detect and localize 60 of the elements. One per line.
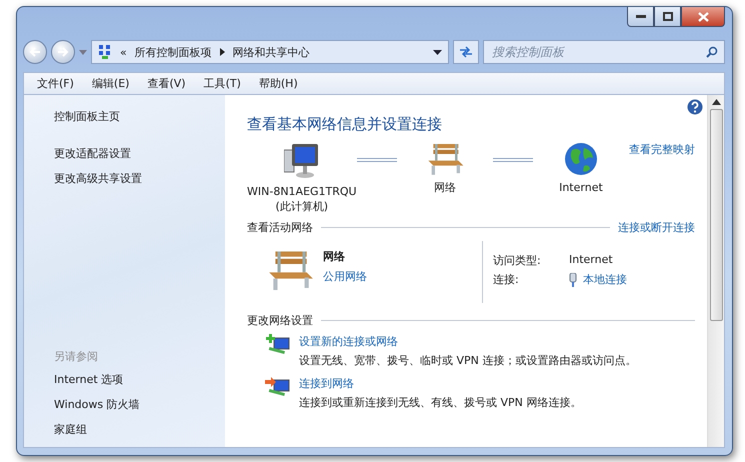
- minimize-button[interactable]: [627, 7, 654, 27]
- task-description: 设置无线、宽带、拨号、临时或 VPN 连接；或设置路由器或访问点。: [299, 353, 636, 368]
- connect-disconnect-link[interactable]: 连接或断开连接: [618, 220, 695, 235]
- menu-item[interactable]: 帮助(H): [250, 74, 307, 93]
- search-icon: [706, 46, 718, 58]
- connection-line: [356, 158, 397, 162]
- menu-item[interactable]: 工具(T): [194, 74, 250, 93]
- forward-button[interactable]: [51, 40, 75, 64]
- task-description: 连接到或重新连接到无线、有线、拨号或 VPN 网络连接。: [299, 395, 582, 410]
- scrollbar[interactable]: [707, 95, 724, 447]
- sidebar-link[interactable]: 更改适配器设置: [54, 146, 225, 161]
- sidebar-link[interactable]: Internet 选项: [54, 372, 225, 387]
- detail-label: 访问类型:: [493, 253, 542, 268]
- computer-icon: [284, 142, 320, 180]
- menu-item[interactable]: 查看(V): [138, 74, 195, 93]
- scroll-thumb[interactable]: [710, 109, 722, 321]
- section-heading: 更改网络设置: [247, 313, 313, 328]
- connection-link[interactable]: 本地连接: [583, 272, 627, 287]
- scroll-up-icon[interactable]: [712, 99, 720, 105]
- close-icon: [698, 12, 708, 22]
- chevron-icon[interactable]: [220, 48, 225, 56]
- breadcrumb[interactable]: 网络和共享中心: [232, 44, 310, 60]
- sidebar-link[interactable]: 更改高级共享设置: [54, 171, 225, 186]
- section-heading: 查看活动网络: [247, 220, 313, 235]
- see-also-heading: 另请参阅: [54, 349, 99, 364]
- node-label: Internet: [559, 180, 603, 195]
- caret-icon[interactable]: [433, 50, 442, 54]
- task-link[interactable]: 设置新的连接或网络: [299, 334, 636, 349]
- breadcrumb[interactable]: 所有控制面板项: [134, 44, 212, 60]
- overflow-chevron[interactable]: «: [120, 46, 127, 58]
- search-field[interactable]: 搜索控制面板: [483, 40, 725, 64]
- minimize-icon: [636, 14, 646, 18]
- network-name: 网络: [323, 249, 346, 264]
- close-button[interactable]: [681, 7, 725, 27]
- full-map-link[interactable]: 查看完整映射: [629, 142, 695, 157]
- page-title: 查看基本网络信息并设置连接: [247, 115, 443, 134]
- network-icon: [98, 44, 112, 60]
- connection-line: [492, 158, 533, 162]
- menu-item[interactable]: 文件(F): [28, 74, 83, 93]
- back-button[interactable]: [23, 40, 47, 64]
- network-type-link[interactable]: 公用网络: [323, 269, 367, 284]
- task-link[interactable]: 连接到网络: [299, 376, 582, 391]
- globe-icon: [564, 142, 598, 176]
- node-label: 网络: [434, 180, 456, 195]
- sidebar-link[interactable]: 家庭组: [54, 422, 225, 437]
- sidebar-link[interactable]: 控制面板主页: [54, 109, 225, 124]
- detail-value: Internet: [569, 253, 614, 268]
- menu-item[interactable]: 编辑(E): [82, 74, 138, 93]
- back-arrow-icon: [29, 46, 41, 58]
- refresh-arrows-icon: [459, 46, 473, 58]
- address-bar[interactable]: « 所有控制面板项 网络和共享中心: [91, 40, 449, 64]
- maximize-button[interactable]: [654, 7, 681, 27]
- refresh-button[interactable]: [453, 40, 479, 64]
- forward-arrow-icon: [57, 46, 69, 58]
- help-icon[interactable]: [687, 99, 703, 115]
- maximize-icon: [662, 12, 672, 21]
- node-label: WIN-8N1AEG1TRQU (此计算机): [247, 184, 357, 214]
- detail-label: 连接:: [493, 272, 520, 287]
- sidebar-link[interactable]: Windows 防火墙: [54, 397, 225, 412]
- cable-icon: [569, 272, 577, 286]
